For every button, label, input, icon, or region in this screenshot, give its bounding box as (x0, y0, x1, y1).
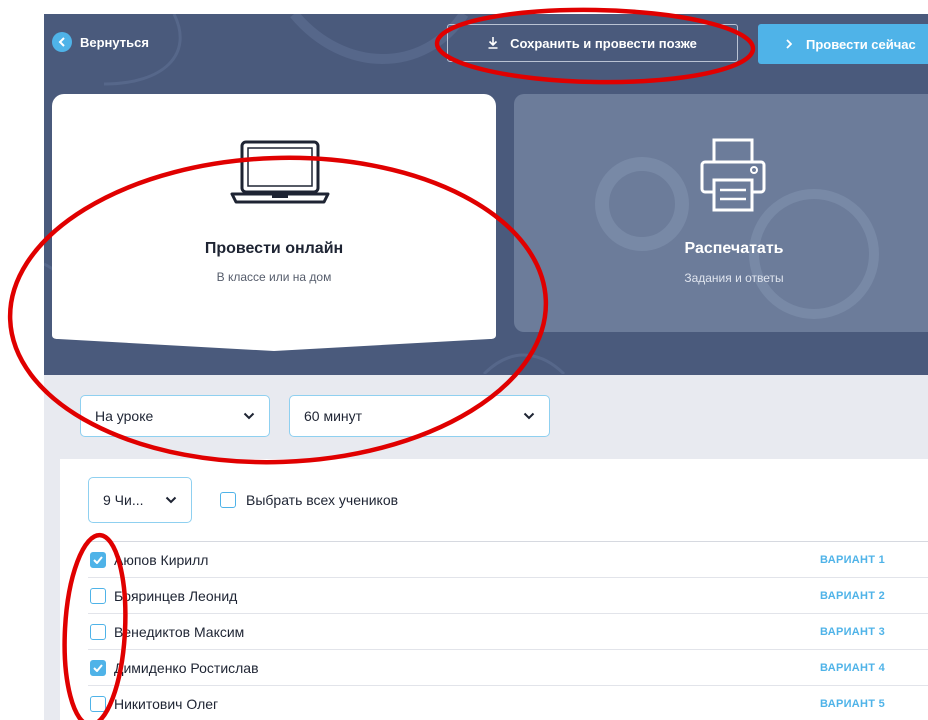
chevron-left-icon (52, 32, 72, 52)
student-variant-link[interactable]: ВАРИАНТ 2 (820, 590, 885, 602)
duration-select[interactable]: 60 минут (289, 395, 550, 437)
run-now-button[interactable]: Провести сейчас (758, 24, 928, 64)
save-and-run-later-button[interactable]: Сохранить и провести позже (447, 24, 738, 62)
back-label: Вернуться (80, 34, 149, 50)
run-now-label: Провести сейчас (806, 36, 916, 52)
printer-icon (700, 138, 766, 212)
print-mode-subtitle: Задания и ответы (684, 271, 784, 285)
student-row: Бояринцев Леонид ВАРИАНТ 2 (88, 578, 928, 614)
mode-card-print[interactable]: Распечатать Задания и ответы (514, 94, 928, 332)
student-name: Никитович Олег (114, 695, 219, 712)
checkmark-icon (93, 663, 103, 672)
student-checkbox[interactable] (90, 659, 106, 676)
lesson-mode-value: На уроке (95, 408, 154, 424)
checkmark-icon (93, 555, 103, 564)
student-list: Аюпов Кирилл ВАРИАНТ 1 Бояринцев Леонид ВАР… (88, 541, 928, 720)
student-row: Димиденко Ростислав ВАРИАНТ 4 (88, 650, 928, 686)
online-mode-subtitle: В классе или на дом (216, 270, 332, 284)
student-row: Аюпов Кирилл ВАРИАНТ 1 (88, 542, 928, 578)
student-variant-link[interactable]: ВАРИАНТ 3 (820, 626, 885, 638)
student-variant-link[interactable]: ВАРИАНТ 4 (820, 662, 885, 674)
student-checkbox[interactable] (90, 551, 106, 568)
select-all-checkbox[interactable] (220, 492, 236, 508)
student-name: Димиденко Ростислав (114, 659, 259, 676)
online-mode-title: Провести онлайн (204, 240, 344, 257)
save-button-label: Сохранить и провести позже (510, 35, 697, 51)
student-checkbox[interactable] (90, 587, 106, 604)
laptop-icon (230, 140, 330, 204)
card-decoration (595, 157, 879, 319)
chevron-down-icon (523, 412, 535, 420)
students-panel: 9 Чи... Выбрать всех учеников Аюпов Кири… (60, 459, 928, 720)
card-pointer (52, 333, 496, 351)
student-name: Бояринцев Леонид (114, 587, 238, 604)
student-row: Венедиктов Максим ВАРИАНТ 3 (88, 614, 928, 650)
student-variant-link[interactable]: ВАРИАНТ 1 (820, 554, 885, 566)
student-checkbox[interactable] (90, 695, 106, 712)
chevron-down-icon (165, 496, 177, 504)
class-select[interactable]: 9 Чи... (88, 477, 192, 523)
student-name: Аюпов Кирилл (114, 551, 209, 568)
chevron-right-icon (786, 39, 792, 49)
print-mode-title: Распечатать (684, 240, 784, 257)
select-all-label: Выбрать всех учеников (246, 492, 399, 508)
student-row: Никитович Олег ВАРИАНТ 5 (88, 686, 928, 720)
settings-panel: На уроке 60 минут 9 Чи... Выбрать всех у… (44, 375, 928, 720)
mode-card-online[interactable]: Провести онлайн В классе или на дом (52, 94, 496, 351)
assignment-setup-screen: Вернуться Сохранить и провести позже Про… (44, 14, 928, 720)
select-all-students[interactable]: Выбрать всех учеников (220, 492, 398, 508)
student-name: Венедиктов Максим (114, 623, 245, 640)
download-icon (488, 37, 498, 49)
back-button[interactable]: Вернуться (52, 32, 149, 52)
chevron-down-icon (243, 412, 255, 420)
class-value: 9 Чи... (103, 492, 144, 508)
lesson-mode-select[interactable]: На уроке (80, 395, 270, 437)
duration-value: 60 минут (304, 408, 363, 424)
student-variant-link[interactable]: ВАРИАНТ 5 (820, 698, 885, 710)
student-checkbox[interactable] (90, 623, 106, 640)
